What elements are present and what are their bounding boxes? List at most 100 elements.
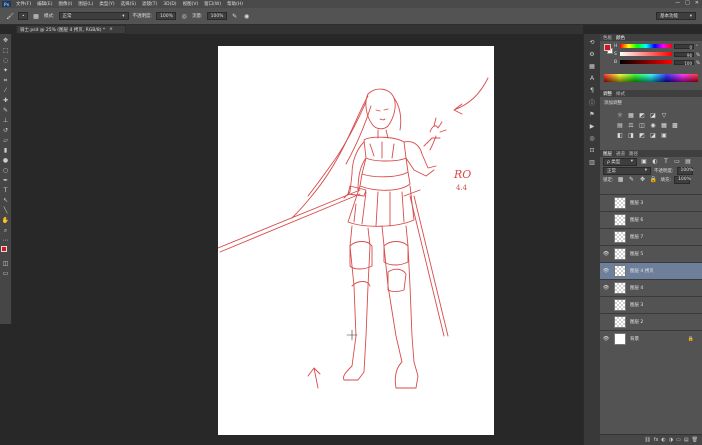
marquee-tool-icon[interactable]: ⬚ <box>1 46 10 55</box>
tab-layers[interactable]: 图层 <box>603 151 612 157</box>
shape-tool-icon[interactable]: ╲ <box>1 206 10 215</box>
tab-color[interactable]: 颜色 <box>616 35 625 41</box>
menu-type[interactable]: 类型(Y) <box>99 1 114 7</box>
close-button[interactable]: ✕ <box>695 0 699 6</box>
brush-panel-icon[interactable]: ▦ <box>32 12 40 20</box>
delete-layer-icon[interactable]: 🗑 <box>692 437 698 443</box>
tab-paths[interactable]: 路径 <box>629 151 638 157</box>
visibility-eye-icon[interactable]: 👁 <box>600 285 612 291</box>
dodge-tool-icon[interactable]: ○ <box>1 166 10 175</box>
vibrance-icon[interactable]: ▽ <box>660 111 668 119</box>
channel-s-value[interactable]: 96 <box>674 51 694 58</box>
visibility-eye-icon[interactable]: 👁 <box>600 268 612 274</box>
navigator-icon[interactable]: ⊡ <box>587 146 598 155</box>
airbrush-icon[interactable]: ✎ <box>231 12 239 20</box>
layer-kind-filter[interactable]: ρ 类型 ▾ <box>603 157 637 166</box>
opacity-input[interactable]: 100% <box>156 12 177 20</box>
threshold-icon[interactable]: ◩ <box>638 131 646 139</box>
channel-h-slider[interactable] <box>620 44 672 48</box>
mode-select[interactable]: 正常 ▾ <box>58 12 129 20</box>
gradient-tool-icon[interactable]: ▮ <box>1 146 10 155</box>
history-brush-tool-icon[interactable]: ↺ <box>1 126 10 135</box>
curves-icon[interactable]: ◩ <box>638 111 646 119</box>
filter-adjust-icon[interactable]: ◐ <box>651 158 659 166</box>
document-tab[interactable]: 骑士.psd @ 25% (图层 4 拷贝, RGB/8) * × <box>16 25 126 34</box>
layer-row[interactable]: 图层 3 <box>600 296 702 313</box>
document-canvas[interactable]: RO 4.4 <box>217 46 494 435</box>
foreground-swatch[interactable] <box>604 44 611 51</box>
layer-row[interactable]: 图层 6 <box>600 211 702 228</box>
tab-styles[interactable]: 样式 <box>616 91 625 97</box>
channel-s-slider[interactable] <box>620 52 672 56</box>
layer-opacity-input[interactable]: 100% <box>676 166 693 175</box>
visibility-eye-icon[interactable]: 👁 <box>600 336 612 342</box>
move-tool-icon[interactable]: ✥ <box>1 36 10 45</box>
menu-help[interactable]: 帮助(H) <box>227 1 243 7</box>
menu-edit[interactable]: 编辑(E) <box>37 1 52 7</box>
brush-tool-icon[interactable]: ✎ <box>1 106 10 115</box>
adjustment-layer-icon[interactable]: ◑ <box>669 437 673 443</box>
menu-file[interactable]: 文件(F) <box>16 1 31 7</box>
layer-style-icon[interactable]: fx <box>654 437 659 443</box>
color-spectrum[interactable] <box>604 74 698 82</box>
zoom-tool-icon[interactable]: ⌕ <box>1 226 10 235</box>
flow-input[interactable]: 100% <box>206 12 227 20</box>
workspace-select[interactable]: 基本功能 ▾ <box>656 12 696 20</box>
filter-shape-icon[interactable]: ▭ <box>673 158 681 166</box>
channel-b-slider[interactable] <box>620 60 672 64</box>
channel-h-value[interactable]: 0 <box>674 43 694 50</box>
menu-3d[interactable]: 3D(D) <box>163 2 176 7</box>
menu-window[interactable]: 窗口(W) <box>204 1 221 7</box>
filter-smart-icon[interactable]: ▤ <box>684 158 692 166</box>
channel-b-value[interactable]: 100 <box>674 59 694 66</box>
brush-preset-picker[interactable]: • <box>18 12 28 20</box>
tab-channels[interactable]: 通道 <box>616 151 625 157</box>
pressure-size-icon[interactable]: ◉ <box>243 12 251 20</box>
clone-source-icon[interactable]: ◎ <box>587 134 598 143</box>
lasso-tool-icon[interactable]: ◌ <box>1 56 10 65</box>
properties-icon[interactable]: ⚙ <box>587 50 598 59</box>
exposure-icon[interactable]: ◪ <box>649 111 657 119</box>
menu-image[interactable]: 图像(I) <box>58 1 72 7</box>
lock-all-icon[interactable]: 🔒 <box>650 176 658 184</box>
visibility-eye-icon[interactable]: 👁 <box>600 251 612 257</box>
lock-position-icon[interactable]: ✥ <box>639 176 647 184</box>
eyedropper-tool-icon[interactable]: ⁄ <box>1 86 10 95</box>
actions-icon[interactable]: ▶ <box>587 122 598 131</box>
pen-tool-icon[interactable]: ✒ <box>1 176 10 185</box>
invert-icon[interactable]: ◧ <box>616 131 624 139</box>
layer-row[interactable]: 图层 2 <box>600 313 702 330</box>
color-balance-icon[interactable]: ⚖ <box>627 121 635 129</box>
filter-pixel-icon[interactable]: ▣ <box>640 158 648 166</box>
fill-input[interactable]: 100% <box>674 175 691 184</box>
paragraph-icon[interactable]: ¶ <box>587 86 598 95</box>
menu-view[interactable]: 视图(V) <box>183 1 199 7</box>
quick-select-tool-icon[interactable]: ✦ <box>1 66 10 75</box>
minimize-button[interactable]: — <box>675 0 680 6</box>
brightness-icon[interactable]: ☼ <box>616 111 624 119</box>
lock-transparent-icon[interactable]: ▦ <box>617 176 625 184</box>
channel-mixer-icon[interactable]: ▦ <box>660 121 668 129</box>
layer-row[interactable]: 👁 图层 4 <box>600 279 702 296</box>
layer-row[interactable]: 👁 图层 5 <box>600 245 702 262</box>
layer-row[interactable]: 👁 图层 4 拷贝 <box>600 262 702 279</box>
histogram-icon[interactable]: ▥ <box>587 158 598 167</box>
add-mask-icon[interactable]: ◐ <box>661 437 665 443</box>
path-select-tool-icon[interactable]: ↖ <box>1 196 10 205</box>
more-tools-icon[interactable]: ⋯ <box>1 236 10 245</box>
menu-filter[interactable]: 滤镜(T) <box>142 1 157 7</box>
screen-mode-icon[interactable]: ▭ <box>1 269 10 278</box>
layer-row[interactable]: 图层 3 <box>600 194 702 211</box>
photo-filter-icon[interactable]: ◉ <box>649 121 657 129</box>
layer-row[interactable]: 👁 背景 🔒 <box>600 330 702 347</box>
clone-stamp-tool-icon[interactable]: ⊥ <box>1 116 10 125</box>
menu-layer[interactable]: 图层(L) <box>78 1 93 7</box>
info-icon[interactable]: ⓘ <box>587 98 598 107</box>
new-layer-icon[interactable]: ▤ <box>684 437 689 443</box>
hue-saturation-icon[interactable]: ▤ <box>616 121 624 129</box>
gradient-map-icon[interactable]: ◪ <box>649 131 657 139</box>
levels-icon[interactable]: ▦ <box>627 111 635 119</box>
maximize-button[interactable]: □ <box>685 0 690 6</box>
color-lookup-icon[interactable]: ▩ <box>671 121 679 129</box>
link-layers-icon[interactable]: ⛓ <box>644 437 650 443</box>
